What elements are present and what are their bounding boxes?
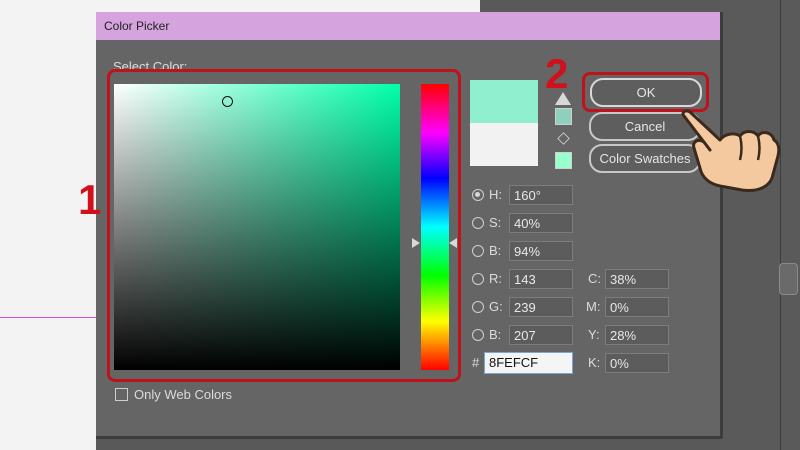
radio-saturation[interactable] xyxy=(472,217,484,229)
document-canvas xyxy=(0,0,96,450)
magenta-field[interactable]: 0% xyxy=(605,297,669,317)
green-field[interactable]: 239 xyxy=(509,297,573,317)
highlight-box-ok xyxy=(582,72,709,112)
hue-field[interactable]: 160° xyxy=(509,185,573,205)
web-safe-cube-icon[interactable] xyxy=(557,132,570,145)
radio-red[interactable] xyxy=(472,273,484,285)
brightness-field[interactable]: 94% xyxy=(509,241,573,261)
black-label: K: xyxy=(588,355,601,370)
color-picker-dialog: Color Picker Select Color: OK Cancel Col… xyxy=(96,12,720,436)
highlight-box-color-area xyxy=(107,69,461,382)
gamut-swatch[interactable] xyxy=(555,108,572,125)
step-2-marker: 2 xyxy=(545,50,569,97)
app-panel xyxy=(720,0,800,450)
saturation-field[interactable]: 40% xyxy=(509,213,573,233)
black-field[interactable]: 0% xyxy=(605,353,669,373)
magenta-label: M: xyxy=(586,299,601,314)
saturation-label: S: xyxy=(489,215,502,230)
only-web-colors-label: Only Web Colors xyxy=(134,387,233,402)
cyan-field[interactable]: 38% xyxy=(605,269,669,289)
hex-field[interactable]: 8FEFCF xyxy=(484,352,573,374)
hex-label: # xyxy=(472,355,480,370)
step-1-marker: 1 xyxy=(78,176,102,223)
guide-line xyxy=(0,317,96,318)
yellow-field[interactable]: 28% xyxy=(605,325,669,345)
web-safe-swatch[interactable] xyxy=(555,152,572,169)
blue-label: B: xyxy=(489,327,502,342)
blue-field[interactable]: 207 xyxy=(509,325,573,345)
brightness-label: B: xyxy=(489,243,502,258)
cyan-label: C: xyxy=(588,271,601,286)
current-color-preview xyxy=(470,123,538,166)
radio-brightness[interactable] xyxy=(472,245,484,257)
hue-label: H: xyxy=(489,187,502,202)
radio-green[interactable] xyxy=(472,301,484,313)
radio-hue[interactable] xyxy=(472,189,484,201)
yellow-label: Y: xyxy=(588,327,600,342)
dialog-shadow xyxy=(720,12,723,438)
only-web-colors-checkbox[interactable] xyxy=(115,388,128,401)
document-canvas-top xyxy=(96,0,480,12)
new-color-preview xyxy=(470,80,538,123)
dialog-shadow-bottom xyxy=(96,436,722,439)
panel-divider xyxy=(780,0,781,450)
radio-blue[interactable] xyxy=(472,329,484,341)
green-label: G: xyxy=(489,299,503,314)
red-label: R: xyxy=(489,271,502,286)
red-field[interactable]: 143 xyxy=(509,269,573,289)
dialog-title: Color Picker xyxy=(104,19,170,33)
scrollbar-thumb[interactable] xyxy=(779,263,798,295)
title-bar[interactable]: Color Picker xyxy=(96,12,720,40)
pointing-hand-icon xyxy=(681,109,781,192)
